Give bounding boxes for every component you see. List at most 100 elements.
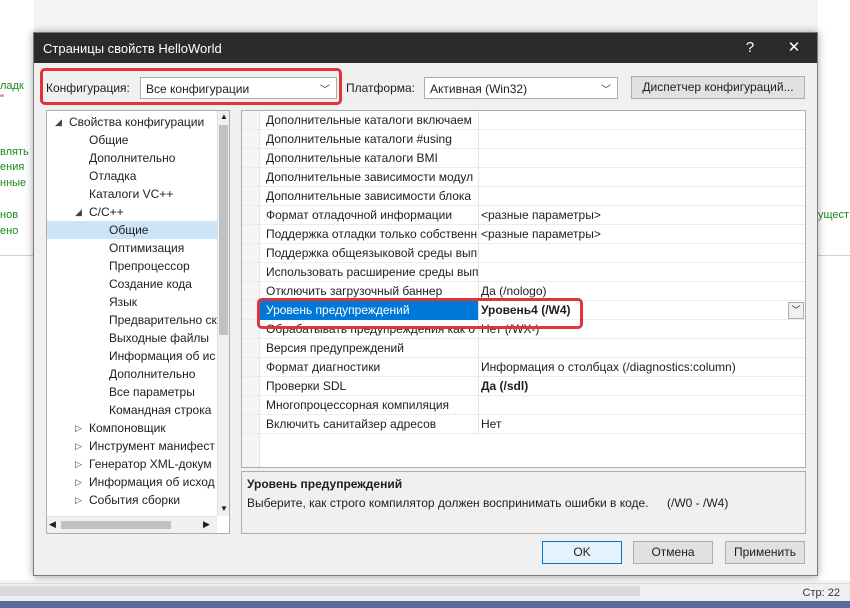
bg-code-fragment: нные: [0, 177, 27, 189]
tree-item-label: Оптимизация: [109, 241, 185, 255]
tree-item[interactable]: Общие: [47, 131, 217, 149]
tree-item[interactable]: ▷ События сборки: [47, 491, 217, 509]
property-pages-dialog: Страницы свойств HelloWorld ? ✕ Конфигур…: [33, 32, 818, 576]
apply-button[interactable]: Применить: [725, 541, 805, 564]
scroll-down-icon[interactable]: ▼: [220, 504, 228, 513]
ok-button[interactable]: OK: [542, 541, 622, 564]
property-value[interactable]: Да (/nologo): [481, 284, 547, 298]
tree-item-label: Создание кода: [109, 277, 192, 291]
tree-item[interactable]: Выходные файлы: [47, 329, 217, 347]
chevron-down-icon: ﹀: [320, 85, 330, 96]
editor-horizontal-scrollbar[interactable]: [0, 586, 640, 596]
tree-item[interactable]: Создание кода: [47, 275, 217, 293]
collapsed-arrow-icon[interactable]: ▷: [75, 437, 82, 455]
configuration-manager-button[interactable]: Диспетчер конфигураций...: [631, 76, 805, 99]
property-row[interactable]: Дополнительные каталоги BMI: [242, 149, 805, 168]
property-value[interactable]: Информация о столбцах (/diagnostics:colu…: [481, 360, 736, 374]
property-row[interactable]: Использовать расширение среды вып: [242, 263, 805, 282]
platform-select[interactable]: Активная (Win32) ﹀: [424, 77, 618, 99]
expanded-arrow-icon[interactable]: ◢: [75, 203, 82, 221]
tree-item[interactable]: Информация об ис: [47, 347, 217, 365]
column-separator: [478, 415, 479, 434]
tree-item[interactable]: Дополнительно: [47, 149, 217, 167]
tree-item-label: Общие: [89, 133, 129, 147]
tree-item[interactable]: Язык: [47, 293, 217, 311]
tree-item-label: События сборки: [89, 493, 181, 507]
property-row[interactable]: Проверки SDL Да (/sdl): [242, 377, 805, 396]
property-row[interactable]: Поддержка общеязыковой среды вып: [242, 244, 805, 263]
tree-item-label: Препроцессор: [109, 259, 190, 273]
column-separator: [478, 358, 479, 377]
tree-item[interactable]: Каталоги VC++: [47, 185, 217, 203]
warning-level-highlight: [257, 298, 583, 329]
property-grid: Дополнительные каталоги включаем Дополнит…: [241, 110, 806, 468]
tree-item[interactable]: Дополнительно: [47, 365, 217, 383]
tree-item[interactable]: Предварительно ск: [47, 311, 217, 329]
column-separator: [478, 339, 479, 358]
tree-item[interactable]: Отладка: [47, 167, 217, 185]
scroll-right-icon[interactable]: ▶: [203, 519, 210, 530]
tree-hscroll-thumb[interactable]: [61, 521, 171, 529]
column-separator: [478, 377, 479, 396]
tree-item[interactable]: ▷ Компоновщик: [47, 419, 217, 437]
property-row[interactable]: Дополнительные зависимости блока: [242, 187, 805, 206]
platform-label: Платформа:: [346, 81, 416, 95]
configuration-select[interactable]: Все конфигурации ﹀: [140, 77, 337, 99]
tree-item[interactable]: ◢ Свойства конфигурации: [47, 113, 217, 131]
help-button[interactable]: ?: [740, 39, 760, 57]
description-range: (/W0 - /W4): [667, 496, 729, 510]
tree-item-label: Генератор XML-докум: [89, 457, 212, 471]
bg-code-fragment: ": [0, 93, 4, 105]
tree-item[interactable]: Общие: [47, 221, 217, 239]
tree-item[interactable]: Командная строка: [47, 401, 217, 419]
description-title: Уровень предупреждений: [247, 477, 403, 491]
property-row[interactable]: Версия предупреждений: [242, 339, 805, 358]
property-name: Версия предупреждений: [266, 341, 404, 355]
bg-code-fragment: ладк: [0, 80, 24, 92]
collapsed-arrow-icon[interactable]: ▷: [75, 473, 82, 491]
property-name: Поддержка общеязыковой среды вып: [266, 246, 478, 260]
tree-item-label: Все параметры: [109, 385, 195, 399]
collapsed-arrow-icon[interactable]: ▷: [75, 491, 82, 509]
tree-item[interactable]: ▷ Инструмент манифест: [47, 437, 217, 455]
tree-scroll-thumb[interactable]: [219, 125, 228, 335]
property-name: Формат диагностики: [266, 360, 381, 374]
tree-item-label: Дополнительно: [109, 367, 196, 381]
bg-code-fragment: нов: [0, 209, 19, 221]
tree-item[interactable]: ▷ Генератор XML-докум: [47, 455, 217, 473]
property-row[interactable]: Многопроцессорная компиляция: [242, 396, 805, 415]
property-row[interactable]: Формат диагностики Информация о столбцах …: [242, 358, 805, 377]
expanded-arrow-icon[interactable]: ◢: [55, 113, 62, 131]
property-value[interactable]: Да (/sdl): [481, 379, 528, 393]
tree-item[interactable]: ▷ Информация об исход: [47, 473, 217, 491]
property-row[interactable]: Поддержка отладки только собственн <разны…: [242, 225, 805, 244]
property-row[interactable]: Дополнительные зависимости модул: [242, 168, 805, 187]
tree-item[interactable]: Все параметры: [47, 383, 217, 401]
property-row[interactable]: Дополнительные каталоги включаем: [242, 111, 805, 130]
property-row[interactable]: Формат отладочной информации <разные пара…: [242, 206, 805, 225]
close-button[interactable]: ✕: [784, 39, 804, 57]
tree-item[interactable]: ◢ C/C++: [47, 203, 217, 221]
property-value[interactable]: <разные параметры>: [481, 208, 601, 222]
column-separator: [478, 206, 479, 225]
tree-item[interactable]: Оптимизация: [47, 239, 217, 257]
bg-code-fragment: ущест: [818, 209, 850, 221]
property-value[interactable]: Нет: [481, 417, 501, 431]
tree-item[interactable]: Препроцессор: [47, 257, 217, 275]
property-name: Использовать расширение среды вып: [266, 265, 478, 279]
property-value[interactable]: <разные параметры>: [481, 227, 601, 241]
collapsed-arrow-icon[interactable]: ▷: [75, 455, 82, 473]
bg-code-fragment: влять: [0, 146, 29, 158]
platform-value: Активная (Win32): [430, 82, 528, 96]
property-row[interactable]: Включить санитайзер адресов Нет: [242, 415, 805, 434]
scroll-up-icon[interactable]: ▲: [220, 112, 228, 121]
column-separator: [478, 168, 479, 187]
description-panel: Уровень предупреждений Выберите, как стр…: [241, 471, 806, 534]
scroll-left-icon[interactable]: ◀: [49, 519, 56, 530]
cancel-button[interactable]: Отмена: [633, 541, 713, 564]
property-row[interactable]: Дополнительные каталоги #using: [242, 130, 805, 149]
taskbar-strip: [0, 601, 850, 608]
tree-item-label: Язык: [109, 295, 138, 309]
value-dropdown-button[interactable]: ﹀: [788, 302, 804, 319]
collapsed-arrow-icon[interactable]: ▷: [75, 419, 82, 437]
